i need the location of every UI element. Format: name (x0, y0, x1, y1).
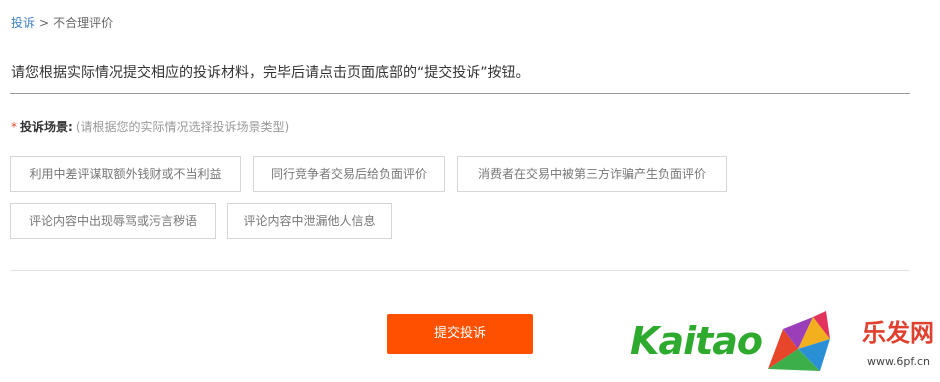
scenario-option-third-party-fraud[interactable]: 消费者在交易中被第三方诈骗产生负面评价 (457, 156, 727, 192)
watermark-logo-icon (768, 311, 830, 371)
watermark-brand: Kaitao (630, 319, 763, 363)
watermark-cn-name: 乐发网 (862, 318, 934, 347)
breadcrumb-current: 不合理评价 (53, 16, 114, 30)
scenario-option-privacy-leak[interactable]: 评论内容中泄漏他人信息 (227, 203, 392, 239)
instruction-text: 请您根据实际情况提交相应的投诉材料，完毕后请点击页面底部的“提交投诉”按钮。 (11, 65, 530, 81)
watermark-url: www.6pf.cn (866, 355, 930, 368)
scenario-option-extortion[interactable]: 利用中差评谋取额外钱财或不当利益 (10, 156, 241, 192)
required-mark: * (11, 120, 17, 134)
section-divider (10, 93, 910, 94)
scenario-field-label: * 投诉场景: (请根据您的实际情况选择投诉场景类型) (11, 118, 289, 135)
scenario-option-competitor[interactable]: 同行竞争者交易后给负面评价 (253, 156, 445, 192)
scenario-hint: (请根据您的实际情况选择投诉场景类型) (75, 120, 290, 134)
watermark: Kaitao 乐发网 www.6pf.cn (628, 303, 940, 382)
bottom-divider (10, 270, 910, 271)
breadcrumb: 投诉 > 不合理评价 (11, 14, 113, 31)
scenario-option-abusive-language[interactable]: 评论内容中出现辱骂或污言秽语 (10, 203, 216, 239)
scenario-label: 投诉场景: (20, 120, 73, 134)
breadcrumb-link-complaint[interactable]: 投诉 (11, 16, 35, 30)
submit-complaint-button[interactable]: 提交投诉 (387, 314, 533, 354)
breadcrumb-separator: > (39, 16, 50, 30)
